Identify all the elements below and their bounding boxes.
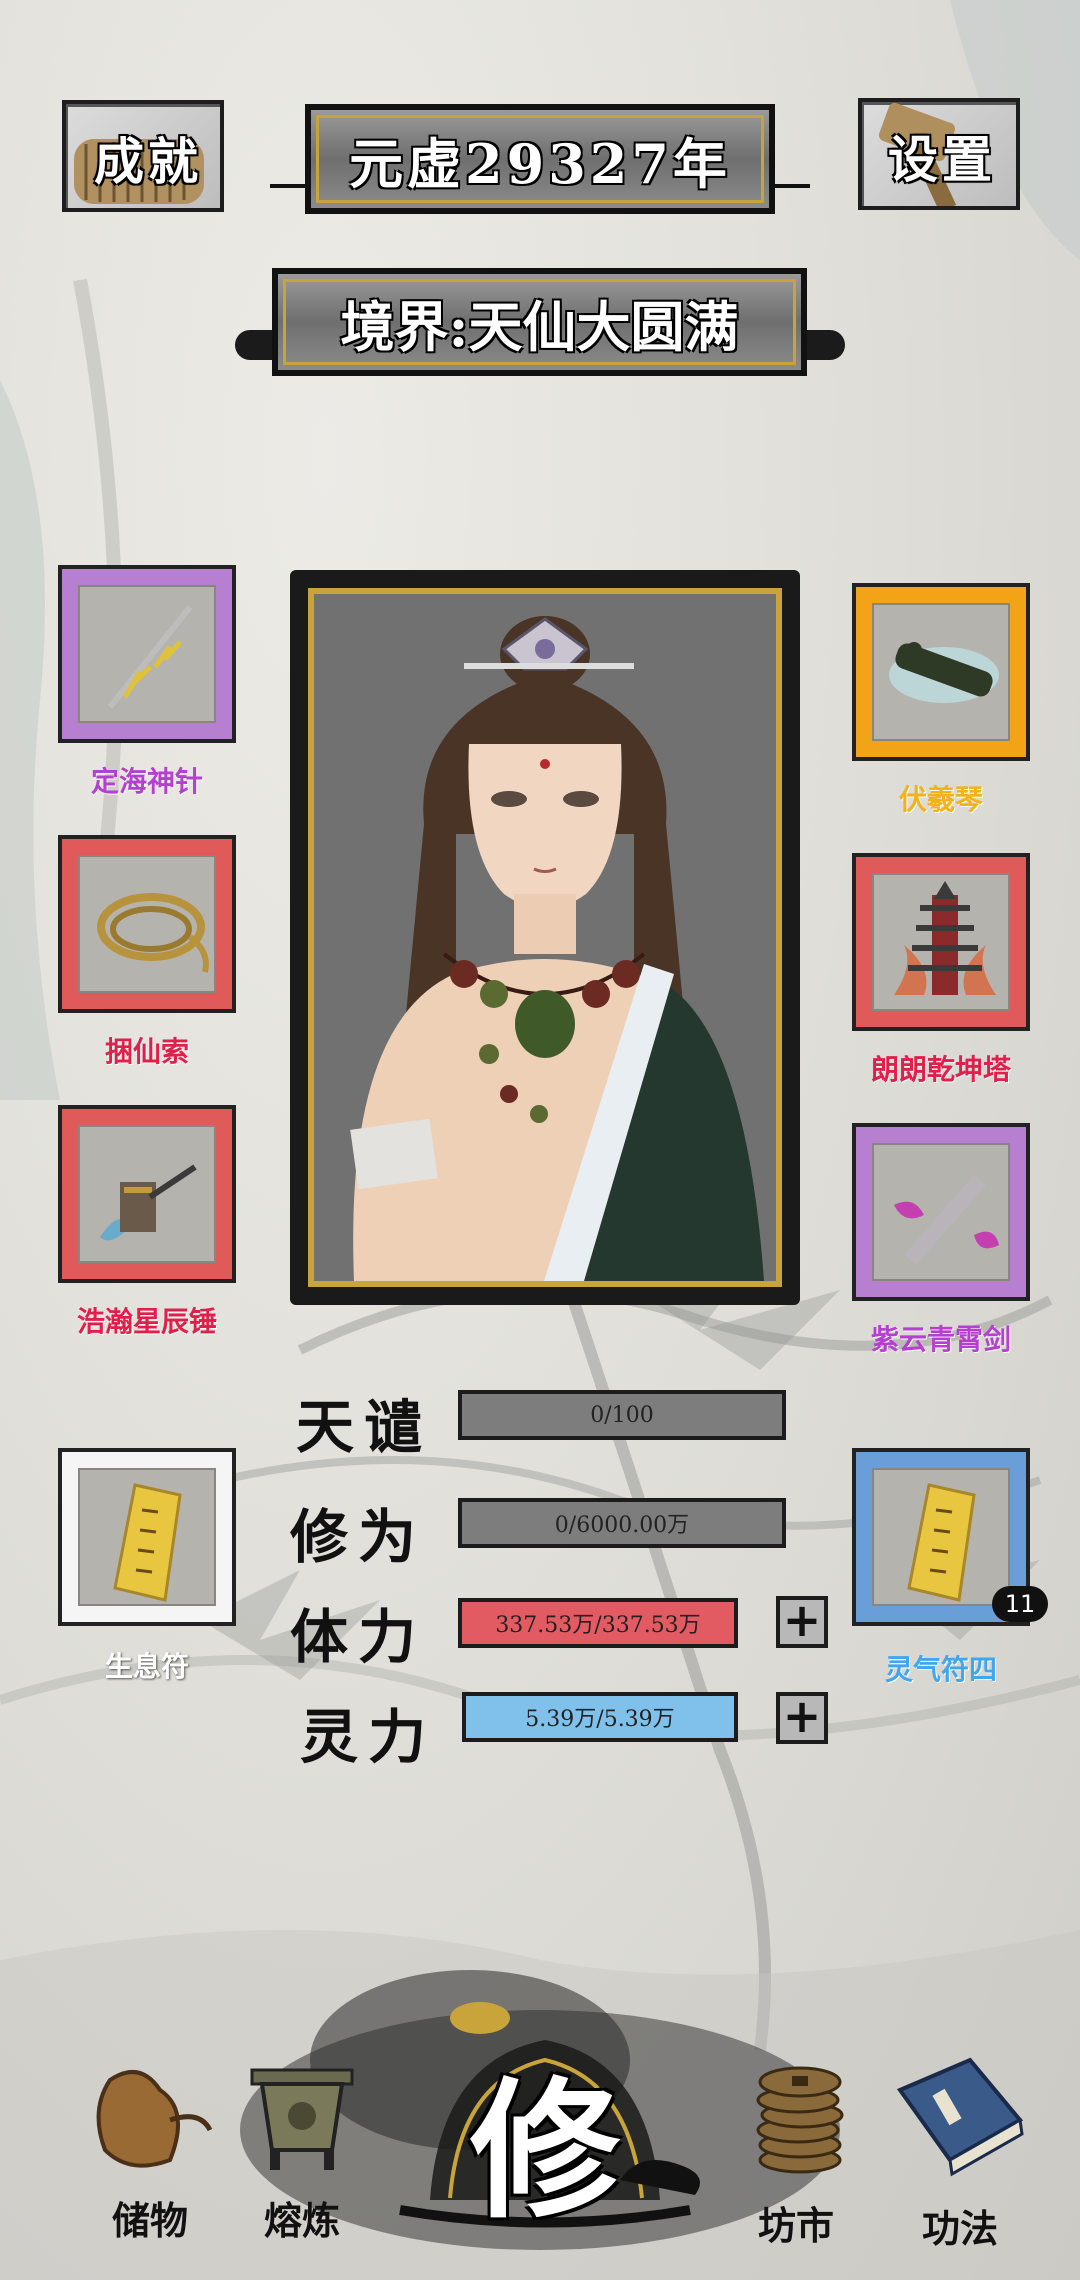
bag-icon	[96, 2070, 213, 2168]
talisman-slot-left[interactable]	[58, 1448, 236, 1626]
equip-slot-right-2[interactable]	[852, 853, 1030, 1031]
tili-add-button[interactable]: +	[776, 1596, 828, 1648]
tili-label: 体力	[290, 1603, 427, 1671]
talisman-label-right: 灵气符四	[884, 1653, 997, 1686]
tili-value: 337.53万/337.53万	[495, 1613, 701, 1638]
talisman-slot-inner	[78, 1468, 216, 1606]
xiuwei-value: 0/6000.00万	[554, 1513, 690, 1538]
hammer-icon	[100, 1164, 197, 1241]
settings-label: 设置	[888, 130, 996, 189]
nav-skills[interactable]: 功法	[880, 2050, 1040, 2251]
equip-label-left-2: 捆仙索	[104, 1035, 189, 1068]
equip-slot-right-1[interactable]	[852, 583, 1030, 761]
character-portrait	[314, 594, 776, 1281]
realm-banner: 境界:天仙大圆满	[272, 268, 807, 376]
equip-slot-left-1[interactable]	[58, 565, 236, 743]
cauldron-icon	[250, 2068, 354, 2170]
nav-smelt[interactable]: 熔炼	[222, 2050, 382, 2250]
talisman-icon	[907, 1483, 976, 1602]
nav-market[interactable]: 坊市	[720, 2050, 880, 2250]
talisman-count-badge: 11	[992, 1586, 1048, 1622]
equip-slot-inner	[872, 873, 1010, 1011]
sword-icon	[894, 1175, 999, 1265]
book-icon	[896, 2057, 1024, 2177]
equip-label-left-3: 浩瀚星辰锤	[76, 1305, 217, 1338]
equip-slot-inner	[78, 855, 216, 993]
nav-smelt-label: 熔炼	[263, 2198, 340, 2243]
tili-bar: 337.53万/337.53万	[458, 1598, 738, 1648]
equip-label-right-2: 朗朗乾坤塔	[870, 1053, 1011, 1086]
tianqian-label: 天谴	[296, 1393, 433, 1461]
settings-button[interactable]: 设置	[858, 98, 1020, 210]
equip-slot-inner	[78, 585, 216, 723]
year-banner: 元虚29327年	[305, 104, 775, 214]
tianqian-value: 0/100	[590, 1402, 654, 1428]
rope-icon	[97, 893, 209, 973]
equip-slot-inner	[872, 603, 1010, 741]
portrait-frame	[290, 570, 800, 1305]
qin-icon	[889, 642, 999, 703]
realm-label: 境界:天仙大圆满	[340, 294, 739, 359]
talisman-label-left: 生息符	[104, 1650, 189, 1683]
equip-label-right-1: 伏羲琴	[898, 783, 983, 816]
coins-icon	[756, 2066, 844, 2174]
lingli-value: 5.39万/5.39万	[525, 1707, 675, 1732]
equip-slot-left-3[interactable]	[58, 1105, 236, 1283]
equip-slot-right-3[interactable]	[852, 1123, 1030, 1301]
nav-cultivate[interactable]: 修	[380, 2000, 710, 2250]
lingli-add-button[interactable]: +	[776, 1692, 828, 1744]
equip-label-right-3: 紫云青霄剑	[870, 1323, 1011, 1356]
lingli-bar: 5.39万/5.39万	[462, 1692, 738, 1742]
nav-cultivate-label: 修	[469, 2063, 620, 2239]
xiuwei-bar: 0/6000.00万	[458, 1498, 786, 1548]
talisman-slot-inner	[872, 1468, 1010, 1606]
talisman-icon	[113, 1483, 182, 1602]
equip-slot-left-2[interactable]	[58, 835, 236, 1013]
talisman-slot-right[interactable]: 11	[852, 1448, 1048, 1626]
equip-slot-inner	[872, 1143, 1010, 1281]
equip-slot-inner	[78, 1125, 216, 1263]
portrait-inner-border	[308, 588, 782, 1287]
year-label: 元虚29327年	[349, 131, 731, 196]
equip-label-left-1: 定海神针	[90, 765, 203, 798]
achievement-button[interactable]: 成就	[62, 100, 224, 212]
lingli-label: 灵力	[300, 1703, 437, 1771]
nav-storage[interactable]: 储物	[70, 2050, 230, 2250]
needle-icon	[107, 605, 193, 709]
nav-storage-label: 储物	[111, 2198, 188, 2243]
nav-skills-label: 功法	[921, 2206, 998, 2251]
pagoda-icon	[894, 881, 996, 995]
tianqian-bar: 0/100	[458, 1390, 786, 1440]
nav-market-label: 坊市	[757, 2203, 834, 2248]
xiuwei-label: 修为	[290, 1503, 427, 1571]
achievement-label: 成就	[94, 132, 202, 191]
